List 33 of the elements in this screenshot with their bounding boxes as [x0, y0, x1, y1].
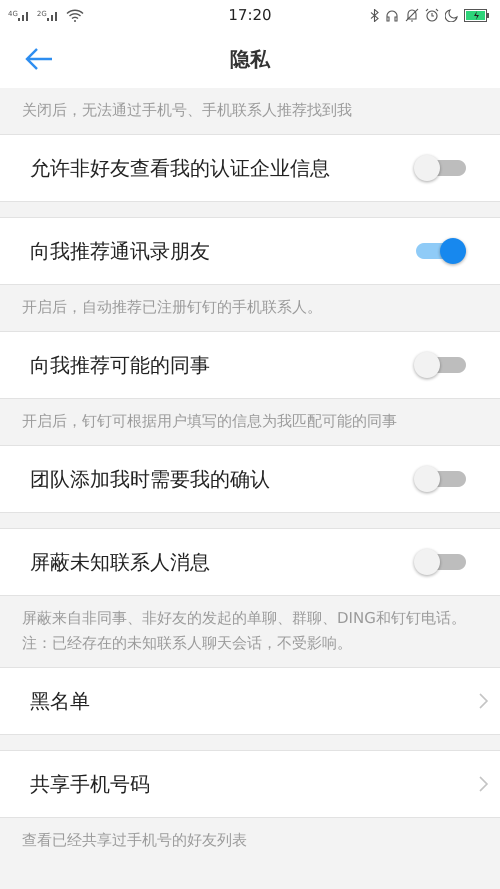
setting-label: 向我推荐通讯录朋友 — [30, 238, 210, 264]
wifi-icon — [66, 8, 84, 22]
page-title: 隐私 — [230, 46, 270, 72]
setting-label: 向我推荐可能的同事 — [30, 352, 210, 378]
toggle-switch[interactable] — [414, 237, 466, 265]
status-time: 17:20 — [227, 6, 273, 24]
moon-icon — [445, 8, 458, 22]
battery-icon — [464, 8, 490, 22]
hint-text: 屏蔽来自非同事、非好友的发起的单聊、群聊、DING和钉钉电话。注：已经存在的未知联系人聊天会话，不受影响。 — [21, 608, 467, 654]
toggle-switch[interactable] — [414, 154, 466, 182]
menu-label: 黑名单 — [30, 688, 90, 714]
toggle-switch[interactable] — [414, 548, 466, 576]
hint-text: 开启后，钉钉可根据用户填写的信息为我匹配可能的同事 — [21, 411, 398, 432]
toggle-switch[interactable] — [414, 465, 466, 493]
setting-label: 团队添加我时需要我的确认 — [30, 466, 270, 492]
menu-label: 共享手机号码 — [30, 770, 150, 798]
menu-row[interactable]: 共享手机号码 — [0, 750, 500, 818]
menu-row[interactable]: 黑名单 — [0, 667, 500, 735]
setting-label: 允许非好友查看我的认证企业信息 — [30, 154, 330, 182]
bluetooth-icon — [370, 8, 379, 22]
toggle-switch[interactable] — [414, 351, 466, 379]
setting-label: 屏蔽未知联系人消息 — [30, 548, 210, 576]
back-arrow-icon[interactable] — [24, 47, 54, 71]
chevron-right-icon — [479, 776, 488, 792]
hint-text: 查看已经共享过手机号的好友列表 — [21, 830, 248, 851]
hint-text: 开启后，自动推荐已注册钉钉的手机联系人。 — [21, 297, 323, 318]
chevron-right-icon — [479, 693, 488, 709]
headset-icon — [385, 8, 399, 22]
alarm-icon — [425, 8, 439, 22]
muted-bell-icon — [405, 8, 419, 22]
signal-icon — [46, 10, 60, 20]
hint-text: 关闭后，无法通过手机号、手机联系人推荐找到我 — [21, 100, 353, 121]
signal-icon — [18, 10, 31, 20]
